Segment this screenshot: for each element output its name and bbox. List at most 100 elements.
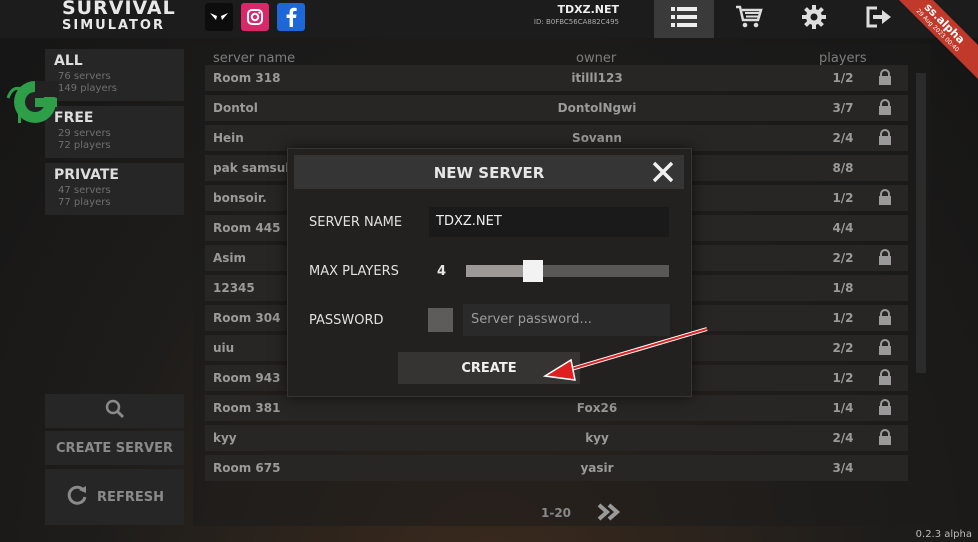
refresh-label: REFRESH [97, 489, 164, 505]
server-row[interactable]: Room 381 Fox26 1/4 [205, 395, 908, 421]
server-row[interactable]: Room 675 yasir 3/4 [205, 455, 908, 481]
refresh-icon [65, 483, 89, 511]
server-name: Dontol [213, 101, 258, 115]
server-players: 1/2 [832, 311, 854, 325]
user-name: TDXZ.NET [557, 3, 620, 16]
server-players: 1/2 [832, 371, 854, 385]
watermark-g-logo [6, 81, 59, 123]
server-players: 2/2 [832, 341, 854, 355]
category-title: PRIVATE [54, 167, 119, 183]
server-players: 3/7 [832, 101, 854, 115]
lock-icon [878, 129, 892, 148]
server-players: 2/4 [832, 431, 854, 445]
category-all[interactable]: ALL 76 servers 149 players [45, 49, 184, 101]
server-name: Room 675 [213, 461, 281, 475]
category-private[interactable]: PRIVATE 47 servers 77 players [45, 163, 184, 215]
lock-icon [878, 369, 892, 388]
server-players: 1/8 [832, 281, 854, 295]
instagram-icon[interactable] [241, 3, 269, 31]
server-name-input[interactable]: TDXZ.NET [429, 207, 669, 237]
column-players: players [819, 51, 867, 66]
lock-icon [878, 249, 892, 268]
max-players-label: MAX PLAYERS [309, 264, 399, 279]
server-owner: Sovann [572, 131, 622, 145]
server-name: Hein [213, 131, 244, 145]
logout-icon [866, 6, 892, 32]
server-players: 3/4 [832, 461, 854, 475]
search-button[interactable] [45, 394, 184, 428]
user-id: ID: B0FBC56CA882C495 [533, 18, 619, 26]
lock-icon [878, 99, 892, 118]
server-players: 1/2 [832, 191, 854, 205]
category-players: 72 players [58, 140, 111, 151]
pager: 1-20 [541, 506, 571, 520]
category-players: 77 players [58, 197, 111, 208]
dialog-header: NEW SERVER [294, 155, 684, 189]
lock-icon [878, 69, 892, 88]
server-name: Room 943 [213, 371, 281, 385]
server-name-label: SERVER NAME [309, 215, 403, 230]
server-owner: kyy [585, 431, 609, 445]
category-players: 149 players [58, 83, 117, 94]
close-button[interactable] [650, 159, 676, 185]
server-row[interactable]: kyy kyy 2/4 [205, 425, 908, 451]
new-server-dialog: NEW SERVER SERVER NAME TDXZ.NET MAX PLAY… [287, 148, 692, 397]
server-owner: Fox26 [576, 401, 618, 415]
game-logo: SURVIVAL SIMULATOR [62, 0, 176, 34]
page-range: 1-20 [541, 506, 572, 520]
settings-button[interactable] [784, 0, 844, 38]
slider-thumb[interactable] [523, 260, 543, 282]
max-players-value: 4 [437, 264, 447, 279]
server-players: 4/4 [832, 221, 854, 235]
refresh-button[interactable]: REFRESH [45, 469, 184, 525]
top-bar: SURVIVAL SIMULATOR TDXZ.NET ID: B0FBC56C… [0, 0, 978, 80]
close-icon [650, 161, 676, 189]
server-name: kyy [213, 431, 237, 445]
logo-line2: SIMULATOR [62, 18, 165, 33]
dialog-title: NEW SERVER [433, 164, 545, 182]
column-owner: owner [576, 51, 617, 66]
category-title: ALL [54, 53, 83, 69]
lock-icon [878, 189, 892, 208]
password-label: PASSWORD [309, 313, 384, 328]
lock-icon [878, 309, 892, 328]
search-icon [105, 399, 125, 423]
server-row[interactable]: Dontol DontolNgwi 3/7 [205, 95, 908, 121]
server-players: 1/4 [832, 401, 854, 415]
eyes-icon[interactable] [205, 3, 233, 31]
list-scrollbar[interactable] [916, 73, 926, 373]
server-row[interactable]: Room 318 itilll123 1/2 [205, 65, 908, 91]
password-checkbox[interactable] [428, 308, 453, 332]
server-owner: DontolNgwi [557, 101, 637, 115]
server-players: 2/2 [832, 251, 854, 265]
user-info: TDXZ.NET ID: B0FBC56CA882C495 [534, 3, 619, 26]
facebook-icon[interactable] [277, 3, 305, 31]
server-name: Room 304 [213, 311, 281, 325]
category-servers: 76 servers [58, 71, 111, 82]
server-players: 8/8 [832, 161, 854, 175]
server-name: Room 445 [213, 221, 281, 235]
password-input[interactable]: Server password... [463, 304, 670, 336]
server-name: Room 381 [213, 401, 281, 415]
server-owner: itilll123 [571, 71, 623, 85]
category-free[interactable]: FREE 29 servers 72 players [45, 106, 184, 158]
logo-line1: SURVIVAL [62, 0, 176, 19]
lock-icon [878, 339, 892, 358]
category-servers: 29 servers [58, 128, 111, 139]
create-server-button[interactable]: CREATE SERVER [45, 431, 184, 465]
max-players-slider[interactable] [466, 260, 669, 282]
category-servers: 47 servers [58, 185, 111, 196]
cart-icon [735, 5, 763, 33]
shop-button[interactable] [719, 0, 779, 38]
column-server-name: server name [213, 51, 296, 66]
list-icon [671, 6, 697, 32]
server-name: bonsoir. [213, 191, 267, 205]
lock-icon [878, 399, 892, 418]
server-name: 12345 [213, 281, 255, 295]
create-button[interactable]: CREATE [398, 352, 580, 384]
server-players: 1/2 [832, 71, 854, 85]
server-list-button[interactable] [654, 0, 714, 38]
lock-icon [878, 429, 892, 448]
server-players: 2/4 [832, 131, 854, 145]
next-page-icon[interactable] [597, 503, 621, 525]
